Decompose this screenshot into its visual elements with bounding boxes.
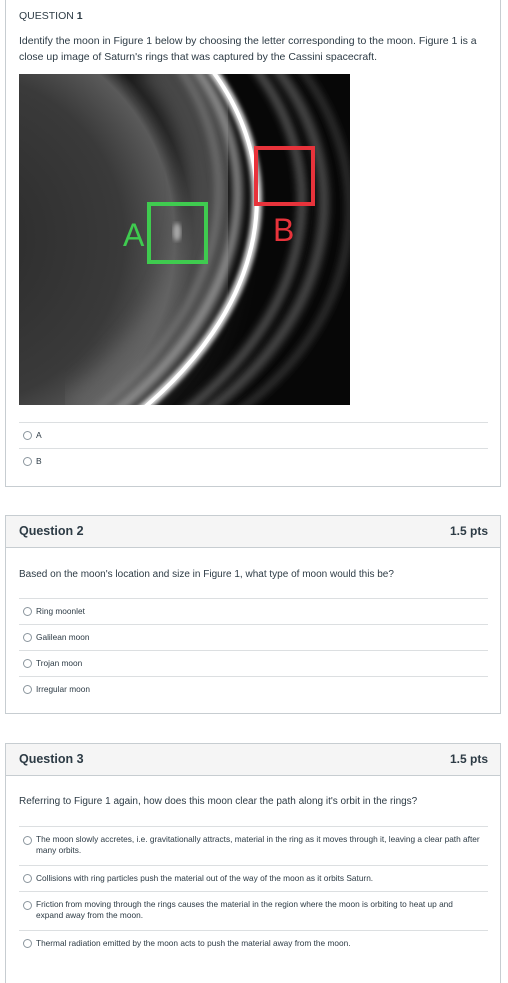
answer-option[interactable]: Galilean moon: [19, 624, 488, 650]
radio-button[interactable]: [23, 939, 32, 948]
answer-option[interactable]: Friction from moving through the rings c…: [19, 891, 488, 930]
answer-label: B: [36, 456, 42, 466]
question-2-points: 1.5 pts: [449, 524, 488, 538]
question-1-text: Identify the moon in Figure 1 below by c…: [19, 35, 477, 63]
answer-option[interactable]: A: [19, 422, 488, 448]
radio-button[interactable]: [23, 836, 32, 845]
answer-option[interactable]: Irregular moon: [19, 676, 488, 702]
question-1-answers: A B: [19, 422, 488, 474]
answer-label: The moon slowly accretes, i.e. gravitati…: [36, 834, 480, 855]
answer-label: Thermal radiation emitted by the moon ac…: [36, 938, 351, 948]
radio-button[interactable]: [23, 607, 32, 616]
question-3-answers: The moon slowly accretes, i.e. gravitati…: [19, 826, 488, 956]
saturn-rings-image: A B: [19, 74, 350, 405]
question-1-number: 1: [76, 10, 83, 22]
question-3-points: 1.5 pts: [449, 752, 488, 766]
answer-label: Collisions with ring particles push the …: [36, 873, 374, 883]
radio-button[interactable]: [23, 874, 32, 883]
answer-option[interactable]: Collisions with ring particles push the …: [19, 865, 488, 891]
question-3-card: Question 3 1.5 pts Referring to Figure 1…: [5, 743, 501, 983]
radio-button[interactable]: [23, 685, 32, 694]
radio-button[interactable]: [23, 901, 32, 910]
question-2-title: Question 2: [19, 524, 84, 538]
label-a: A: [123, 217, 145, 253]
answer-option[interactable]: Trojan moon: [19, 650, 488, 676]
question-3-title: Question 3: [19, 752, 84, 766]
question-1-title-prefix: QUESTION: [19, 10, 77, 22]
question-1-title: QUESTION 1: [19, 10, 83, 22]
answer-label: Ring moonlet: [36, 606, 85, 616]
question-2-text: Based on the moon's location and size in…: [19, 569, 394, 580]
radio-button[interactable]: [23, 457, 32, 466]
radio-button[interactable]: [23, 659, 32, 668]
answer-label: A: [36, 430, 42, 440]
answer-label: Irregular moon: [36, 684, 90, 694]
label-b: B: [273, 212, 294, 248]
question-3-text: Referring to Figure 1 again, how does th…: [19, 796, 418, 807]
answer-option[interactable]: B: [19, 448, 488, 474]
answer-option[interactable]: Ring moonlet: [19, 598, 488, 624]
answer-label: Galilean moon: [36, 632, 90, 642]
radio-button[interactable]: [23, 431, 32, 440]
answer-label: Trojan moon: [36, 658, 83, 668]
saturn-rings-figure: A B: [19, 74, 350, 405]
answer-option[interactable]: Thermal radiation emitted by the moon ac…: [19, 930, 488, 956]
radio-button[interactable]: [23, 633, 32, 642]
question-3-header: Question 3 1.5 pts: [6, 744, 500, 776]
question-2-card: Question 2 1.5 pts Based on the moon's l…: [5, 515, 501, 714]
question-1-card: QUESTION 1 Identify the moon in Figure 1…: [5, 0, 501, 487]
answer-option[interactable]: The moon slowly accretes, i.e. gravitati…: [19, 826, 488, 865]
answer-label: Friction from moving through the rings c…: [36, 899, 453, 920]
question-2-header: Question 2 1.5 pts: [6, 516, 500, 548]
question-2-answers: Ring moonlet Galilean moon Trojan moon I…: [19, 598, 488, 702]
